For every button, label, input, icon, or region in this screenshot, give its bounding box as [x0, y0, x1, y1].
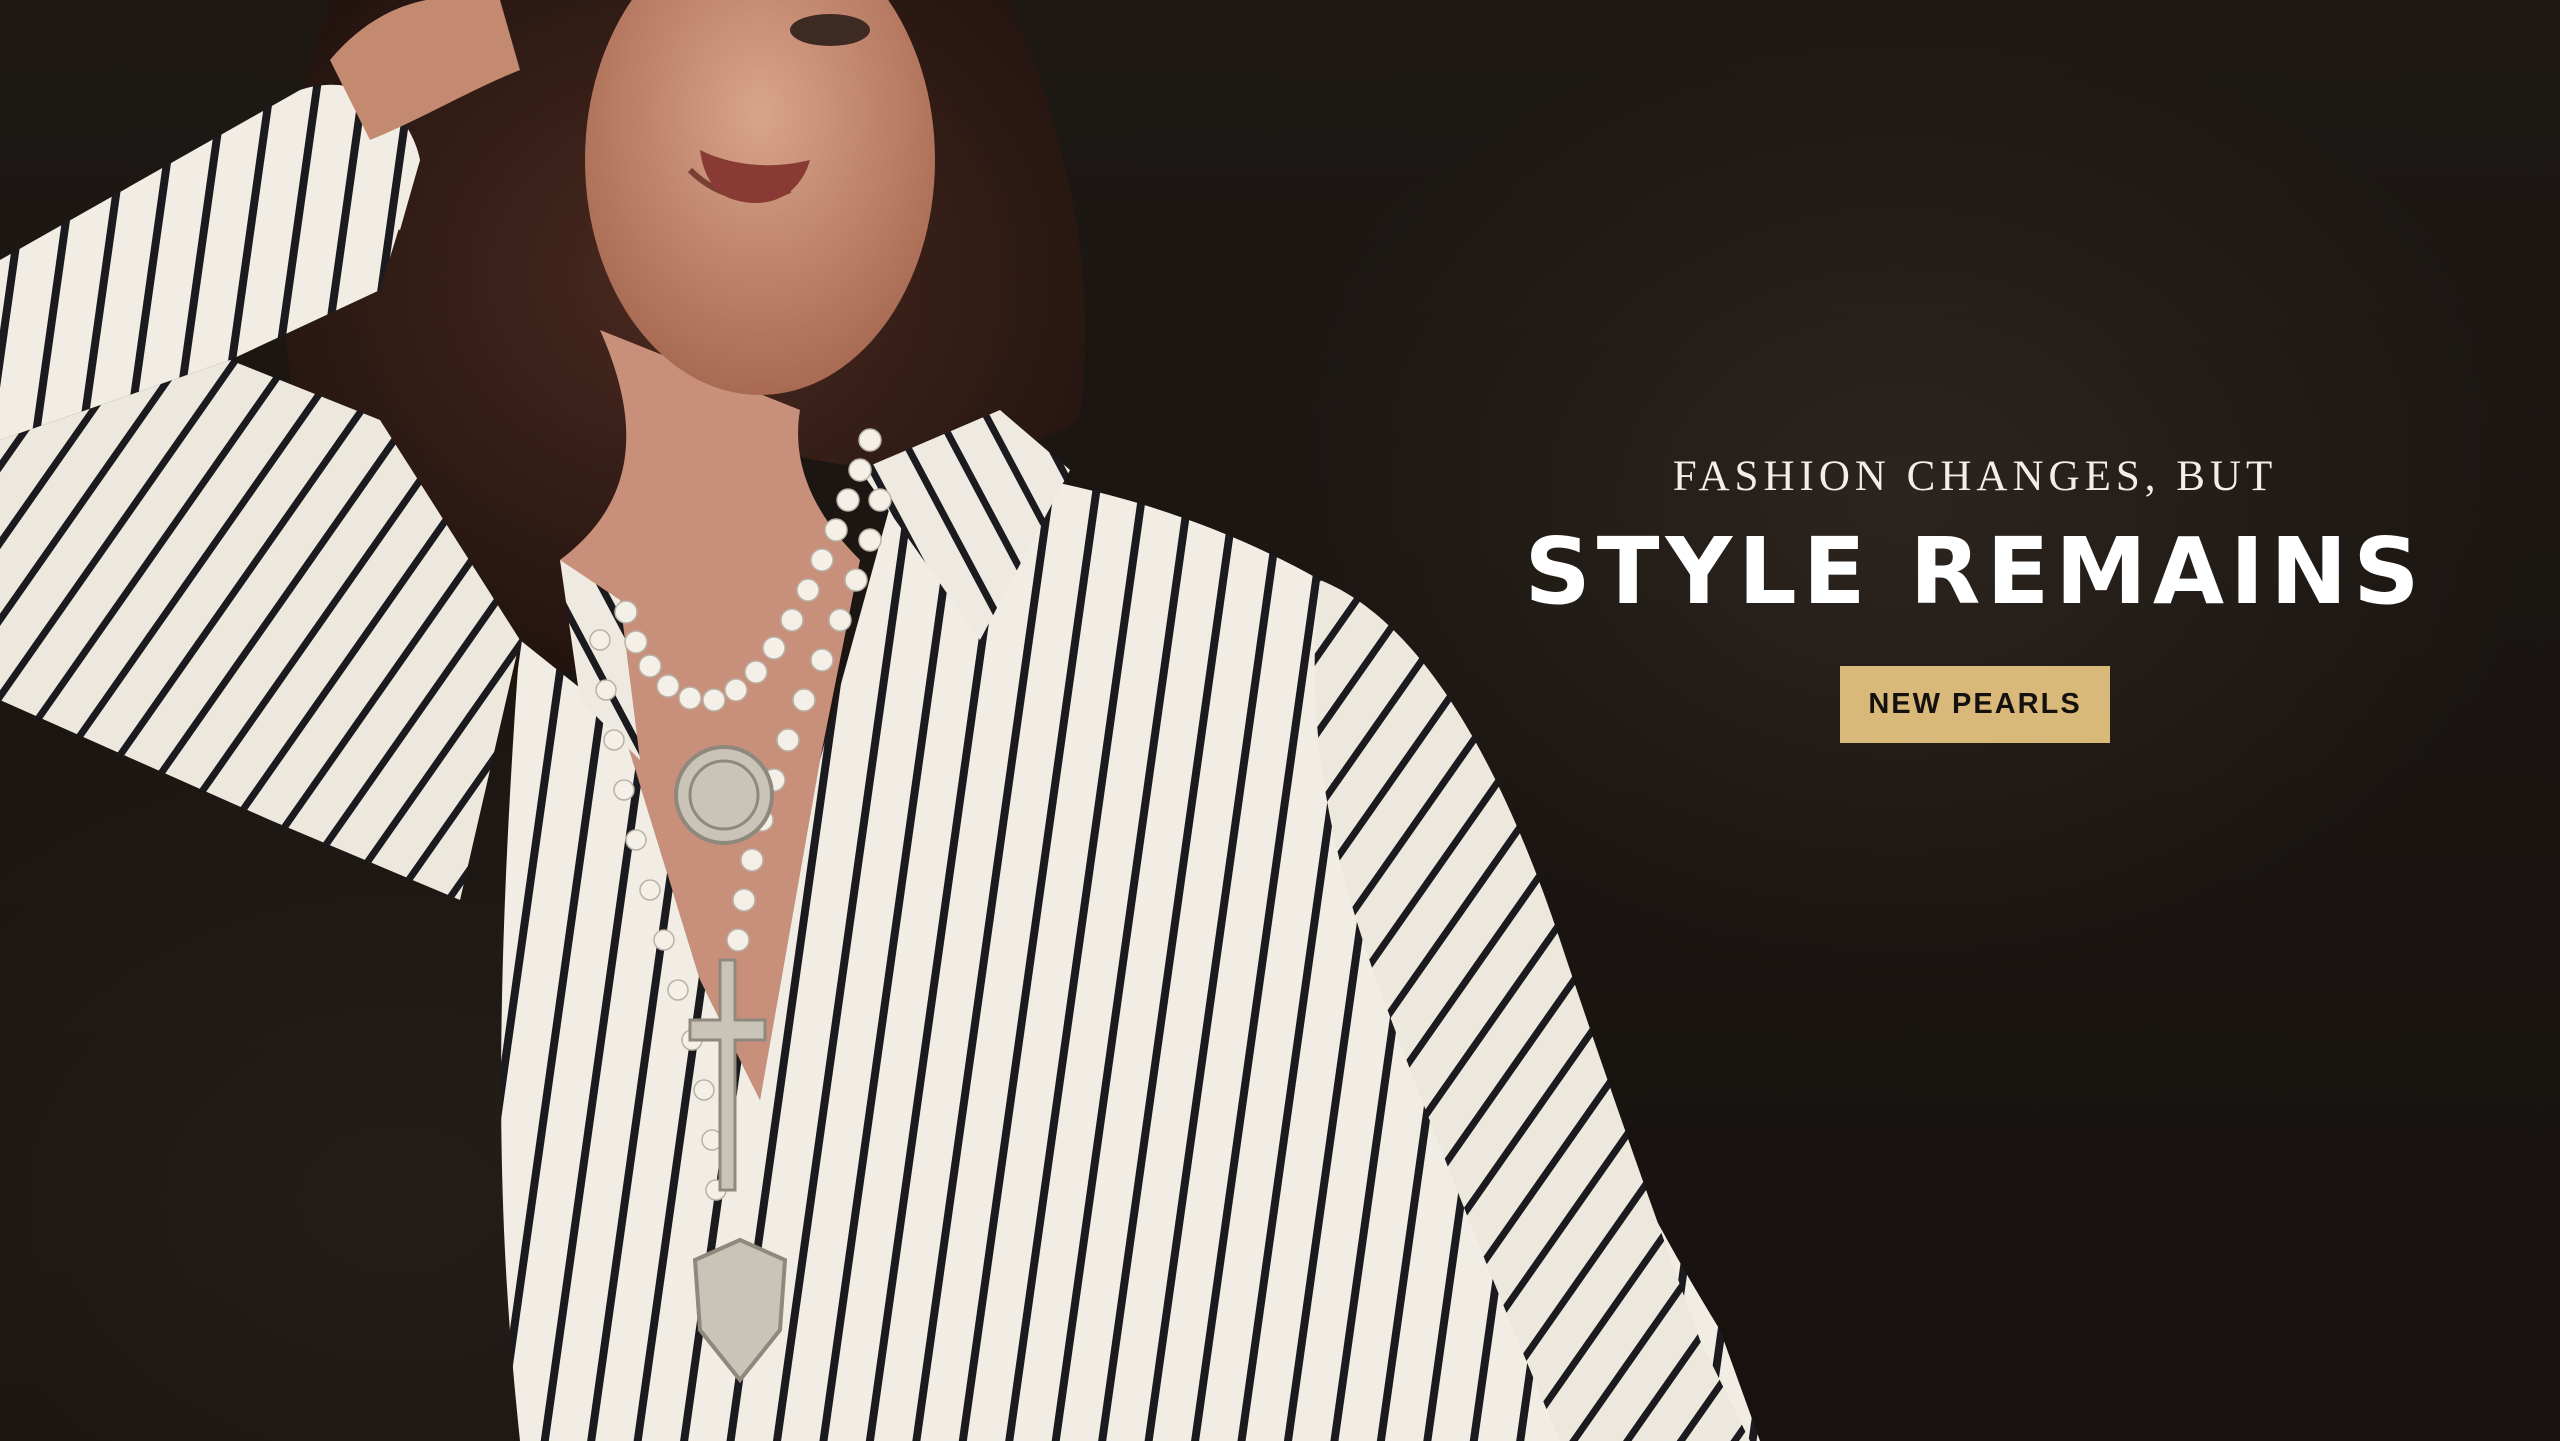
- hero-banner: FASHION CHANGES, BUT STYLE REMAINS NEW P…: [0, 0, 2560, 1441]
- hero-eyebrow: FASHION CHANGES, BUT: [1672, 453, 2278, 500]
- new-pearls-button[interactable]: NEW PEARLS: [1840, 666, 2110, 743]
- hero-copy: FASHION CHANGES, BUT STYLE REMAINS NEW P…: [1500, 455, 2450, 743]
- hero-headline: STYLE REMAINS: [1524, 518, 2426, 625]
